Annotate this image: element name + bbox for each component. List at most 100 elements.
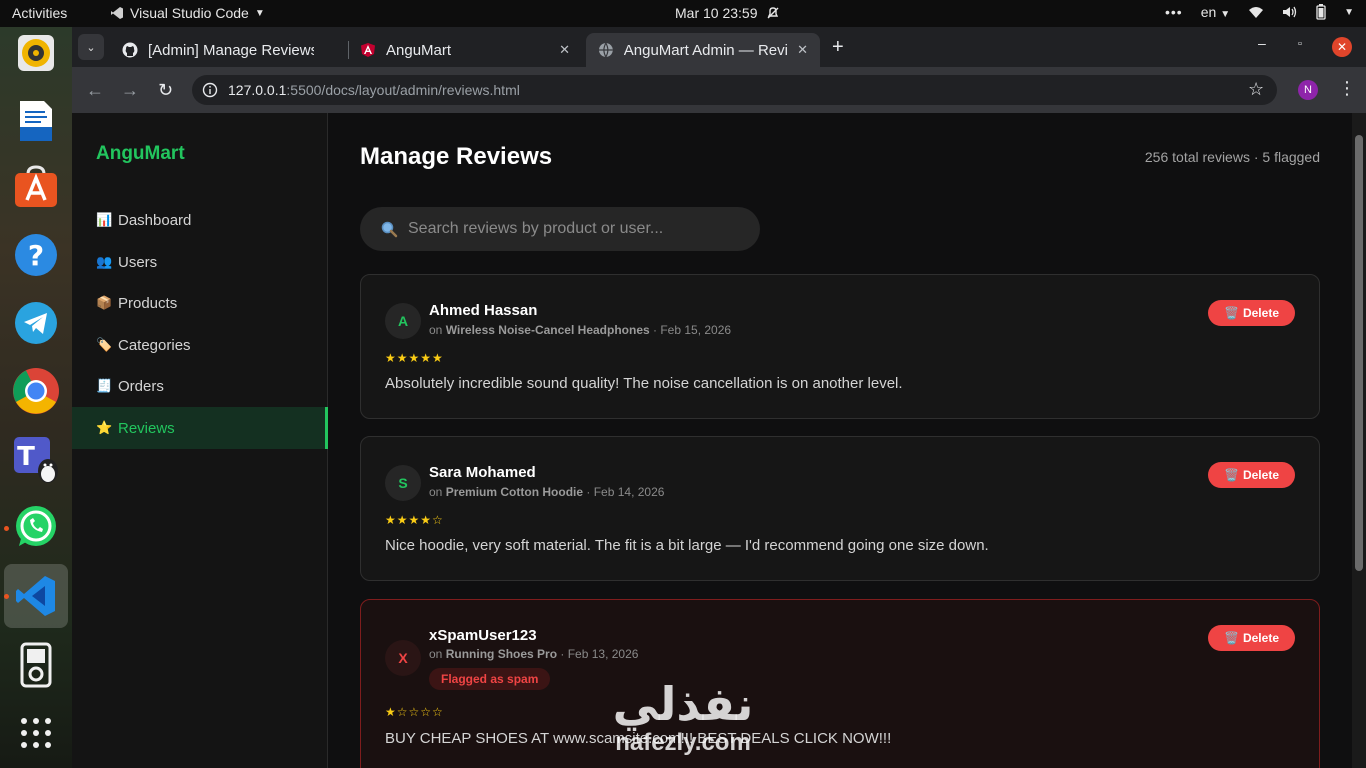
delete-button[interactable]: 🗑️ Delete <box>1208 625 1295 651</box>
svg-text:T: T <box>17 442 35 472</box>
forward-arrow-icon[interactable]: → <box>121 80 139 101</box>
review-user: Sara Mohamed <box>429 464 536 481</box>
bookmark-star-icon[interactable]: ☆ <box>1248 79 1264 100</box>
review-on-label: on <box>429 485 443 499</box>
close-icon[interactable]: ✕ <box>797 42 808 58</box>
language-indicator[interactable]: en ▼ <box>1201 4 1230 20</box>
delete-label: Delete <box>1242 631 1279 645</box>
activities-button[interactable]: Activities <box>12 5 67 21</box>
rating-stars: ★★★★★ <box>385 351 444 365</box>
review-user: xSpamUser123 <box>429 627 537 644</box>
scrollbar-thumb[interactable] <box>1355 135 1363 571</box>
dock-telegram[interactable] <box>12 299 60 347</box>
search-box[interactable] <box>360 207 760 251</box>
watermark: نفذلي nafezly.com <box>598 678 768 768</box>
review-date: · Feb 15, 2026 <box>653 323 732 337</box>
scrollbar[interactable] <box>1352 113 1366 768</box>
brand-logo[interactable]: AnguMart <box>96 143 185 165</box>
volume-icon <box>1283 6 1297 18</box>
back-arrow-icon[interactable]: ← <box>86 80 104 101</box>
window-close-icon[interactable]: ✕ <box>1332 37 1352 57</box>
dock-help[interactable]: ? <box>12 231 60 279</box>
receipt-icon: 🧾 <box>96 378 113 393</box>
sidebar-item-reviews[interactable]: ⭐ Reviews <box>72 407 328 449</box>
more-icon[interactable]: ••• <box>1165 4 1183 20</box>
tab-search-button[interactable]: ⌄ <box>78 34 104 60</box>
notifications-off-icon <box>767 7 778 19</box>
sidebar-item-label: Products <box>118 294 178 312</box>
reload-icon[interactable]: ↻ <box>158 80 173 101</box>
info-icon[interactable] <box>202 82 218 98</box>
review-date: · Feb 14, 2026 <box>586 485 665 499</box>
whatsapp-icon <box>16 506 56 546</box>
profile-avatar[interactable]: N <box>1298 80 1318 100</box>
delete-label: Delete <box>1242 306 1279 320</box>
dock-chrome[interactable] <box>12 367 60 415</box>
dock-app-center[interactable] <box>12 163 60 211</box>
delete-button[interactable]: 🗑️ Delete <box>1208 462 1295 488</box>
review-card: S Sara Mohamed on Premium Cotton Hoodie … <box>360 436 1320 581</box>
sidebar-item-orders[interactable]: 🧾 Orders <box>72 365 328 407</box>
tab-admin-manage-reviews[interactable]: [Admin] Manage Reviews <box>110 33 348 67</box>
review-text: Absolutely incredible sound quality! The… <box>385 375 903 392</box>
minimize-icon[interactable]: – <box>1258 35 1266 51</box>
review-meta: on Running Shoes Pro · Feb 13, 2026 <box>429 647 638 661</box>
dock-teams[interactable]: T <box>12 435 60 483</box>
url-host: 127.0.0.1 <box>228 82 287 98</box>
trash-icon: 🗑️ <box>1224 631 1239 645</box>
vscode-icon <box>111 7 123 19</box>
app-menu[interactable]: Visual Studio Code ▼ <box>110 5 265 21</box>
trash-icon: 🗑️ <box>1224 306 1239 320</box>
page-title: Manage Reviews <box>360 143 553 170</box>
tab-angumart-admin-reviews[interactable]: AnguMart Admin — Reviews ✕ <box>586 33 820 67</box>
sidebar-item-products[interactable]: 📦 Products <box>72 282 328 324</box>
dock-whatsapp[interactable] <box>12 503 60 551</box>
url-path: :5500/docs/layout/admin/reviews.html <box>286 82 520 98</box>
sidebar-item-users[interactable]: 👥 Users <box>72 241 328 283</box>
sidebar-item-categories[interactable]: 🏷️ Categories <box>72 324 328 366</box>
rating-stars: ★☆☆☆☆ <box>385 705 444 719</box>
review-product[interactable]: Premium Cotton Hoodie <box>446 485 583 499</box>
search-icon <box>381 221 398 238</box>
svg-text:?: ? <box>28 239 44 272</box>
search-input[interactable] <box>408 220 738 238</box>
help-icon: ? <box>15 234 57 276</box>
system-tray[interactable]: ••• en ▼ ▼ <box>1165 4 1354 20</box>
clock[interactable]: Mar 10 23:59 <box>675 5 780 21</box>
new-tab-icon[interactable]: + <box>832 36 844 59</box>
show-apps-button[interactable] <box>12 709 60 757</box>
review-product[interactable]: Running Shoes Pro <box>446 647 557 661</box>
address-bar[interactable]: 127.0.0.1:5500/docs/layout/admin/reviews… <box>192 75 1277 105</box>
avatar: A <box>385 303 421 339</box>
telegram-icon <box>15 302 57 344</box>
watermark-arabic: نفذلي <box>612 678 754 730</box>
sidebar-item-dashboard[interactable]: 📊 Dashboard <box>72 199 328 241</box>
tab-title: [Admin] Manage Reviews <box>148 41 314 59</box>
chart-icon: 📊 <box>96 212 113 227</box>
dock-vscode[interactable] <box>12 572 60 620</box>
delete-button[interactable]: 🗑️ Delete <box>1208 300 1295 326</box>
chevron-down-icon: ▼ <box>1220 9 1231 20</box>
sidebar-item-label: Categories <box>118 336 191 354</box>
watermark-url: nafezly.com <box>615 729 751 756</box>
sidebar-item-label: Reviews <box>118 419 175 437</box>
review-user: Ahmed Hassan <box>429 302 538 319</box>
sidebar-item-label: Dashboard <box>118 211 192 229</box>
review-card-flagged: X xSpamUser123 on Running Shoes Pro · Fe… <box>360 599 1320 768</box>
admin-sidebar: AnguMart 📊 Dashboard 👥 Users 📦 Products 🏷️ C… <box>72 113 328 768</box>
tab-strip: ⌄ [Admin] Manage Reviews AnguMart ✕ Angu… <box>72 27 1366 67</box>
document-icon <box>20 101 52 141</box>
review-product[interactable]: Wireless Noise-Cancel Headphones <box>446 323 650 337</box>
globe-icon <box>598 42 613 58</box>
status-badge: Flagged as spam <box>429 668 551 690</box>
tab-angumart[interactable]: AnguMart ✕ <box>348 33 582 67</box>
tag-icon: 🏷️ <box>96 337 113 352</box>
close-icon[interactable]: ✕ <box>559 42 570 58</box>
rating-stars: ★★★★☆ <box>385 513 444 527</box>
dock-rhythmbox[interactable] <box>12 29 60 77</box>
browser-window: ⌄ [Admin] Manage Reviews AnguMart ✕ Angu… <box>72 27 1366 768</box>
dock-device[interactable] <box>12 641 60 689</box>
kebab-menu-icon[interactable]: ⋮ <box>1338 78 1356 99</box>
dock-writer[interactable] <box>12 97 60 145</box>
maximize-icon[interactable]: ▫ <box>1298 38 1302 50</box>
